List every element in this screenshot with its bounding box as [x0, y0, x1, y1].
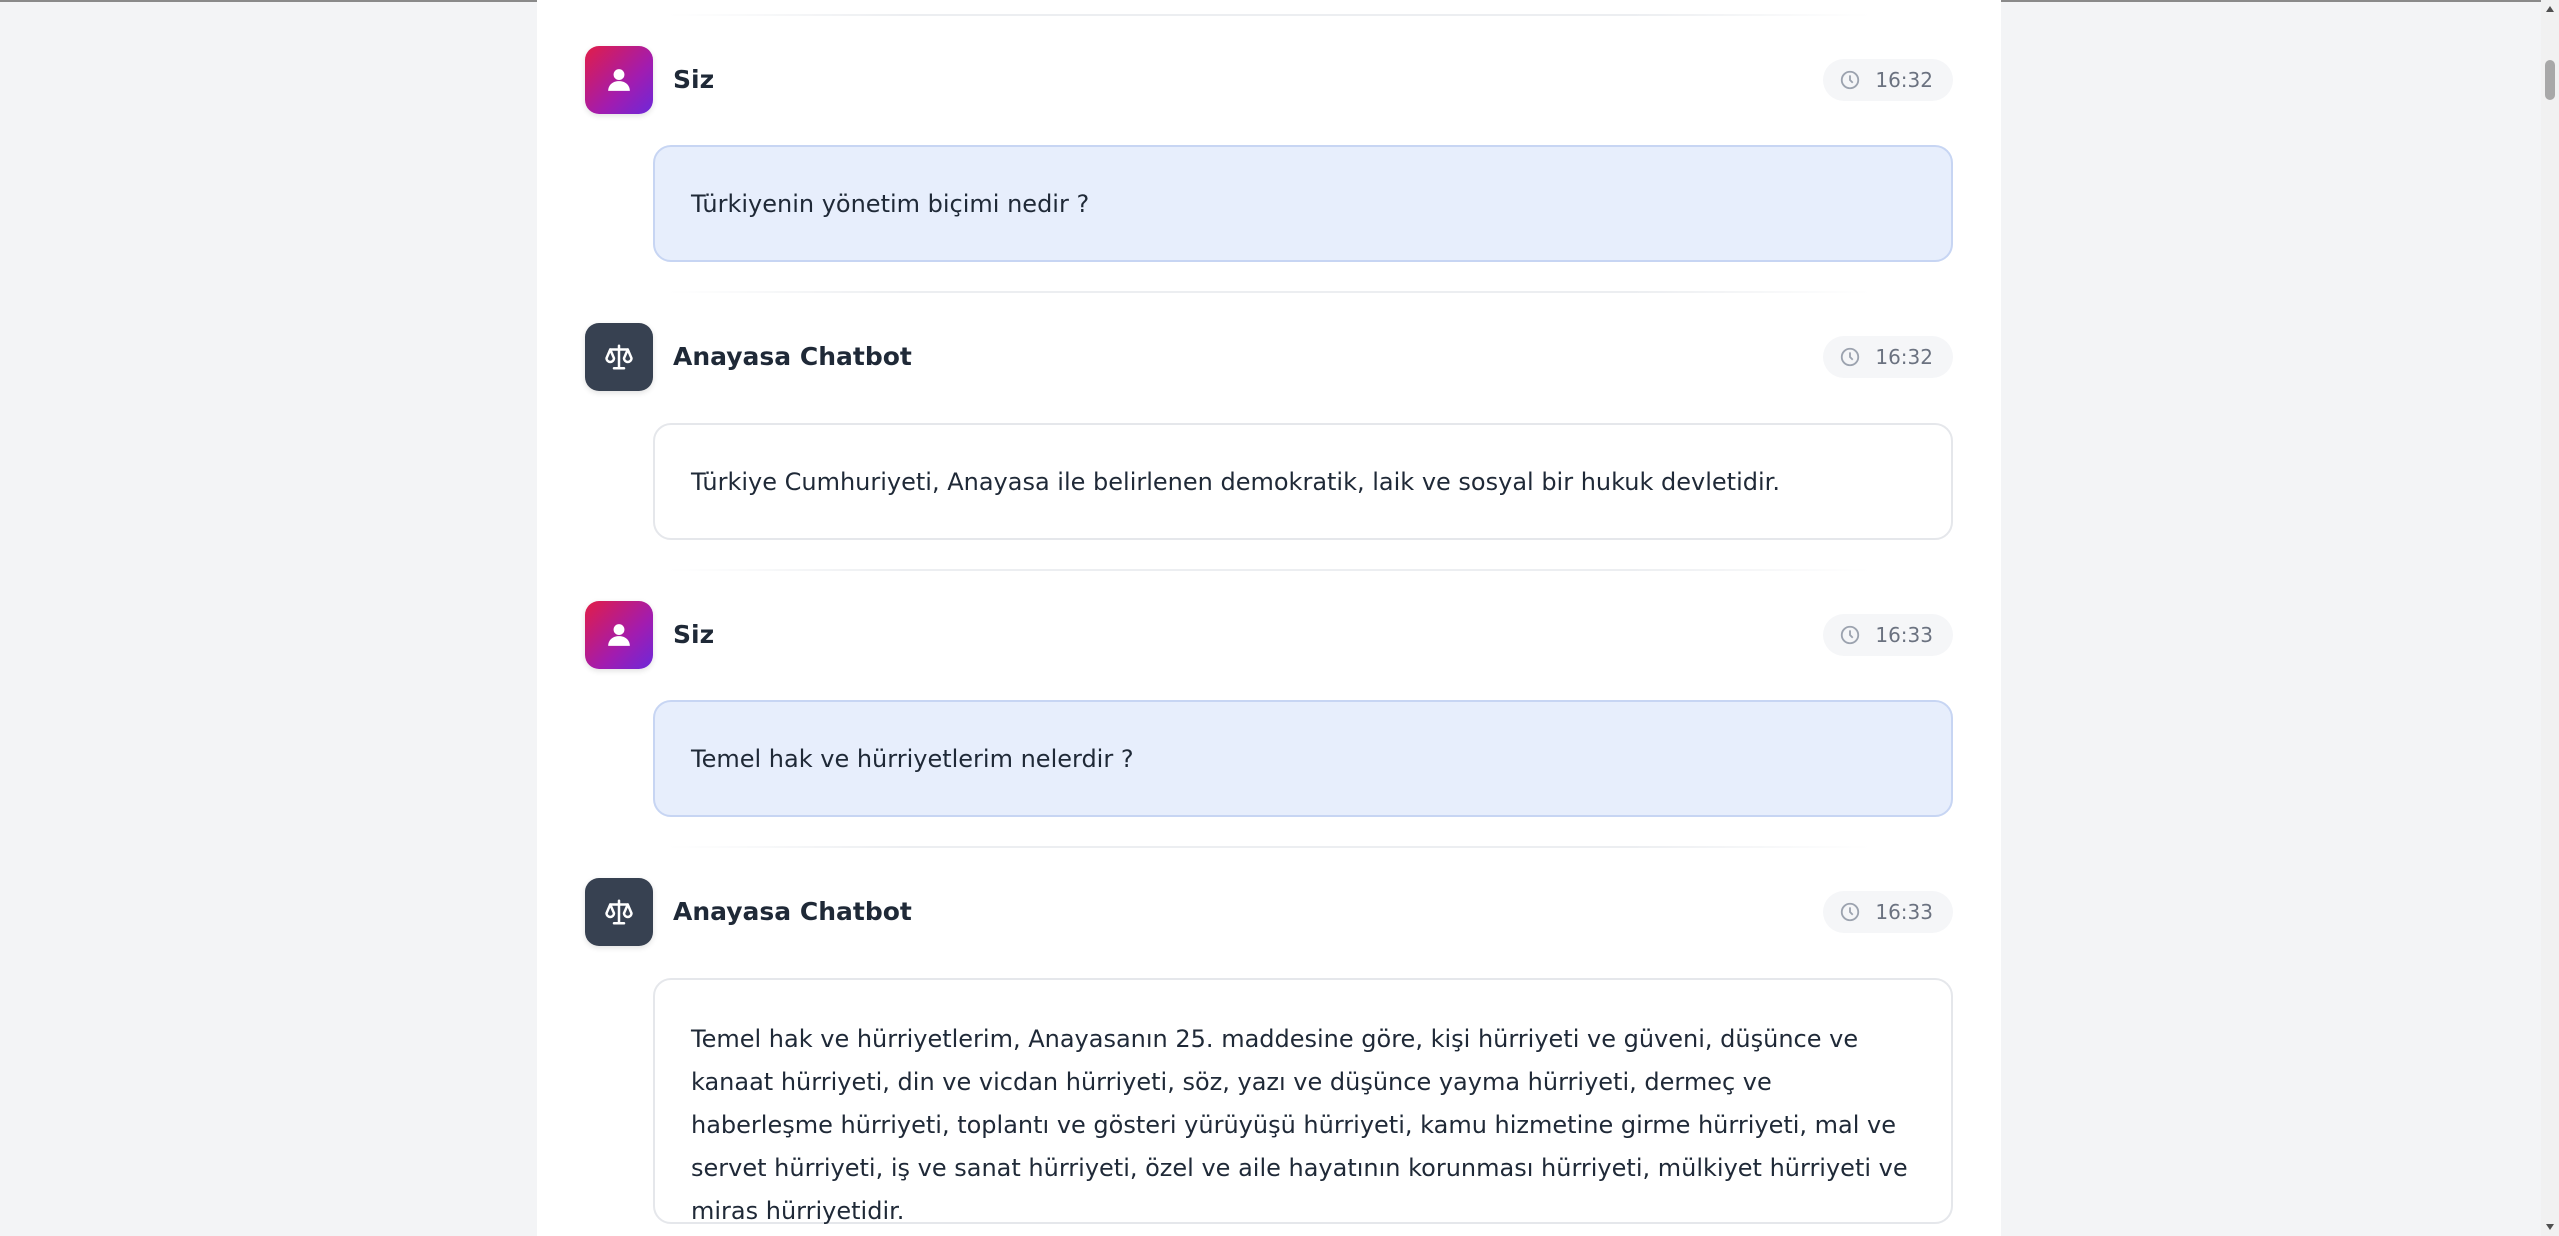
user-avatar [585, 601, 653, 669]
chat-container: Siz 16:32 Türkiyenin yönetim biçimi nedi… [537, 0, 2001, 1236]
clock-icon [1841, 347, 1860, 367]
message-divider [667, 846, 1871, 848]
bot-avatar [585, 323, 653, 391]
timestamp: 16:33 [1823, 614, 1953, 656]
user-icon [608, 69, 630, 91]
user-message-bubble: Temel hak ve hürriyetlerim nelerdir ? [653, 700, 1953, 817]
timestamp: 16:33 [1823, 891, 1953, 933]
message-header: Anayasa Chatbot 16:32 [585, 323, 1953, 391]
message-header: Anayasa Chatbot 16:33 [585, 878, 1953, 946]
bot-message-bubble: Türkiye Cumhuriyeti, Anayasa ile belirle… [653, 423, 1953, 540]
sender-name: Siz [673, 65, 715, 94]
timestamp-text: 16:32 [1875, 68, 1933, 92]
vertical-scrollbar[interactable] [2541, 0, 2559, 1236]
scale-icon [605, 899, 633, 925]
message-divider [667, 14, 1871, 16]
sender-name: Siz [673, 620, 715, 649]
message-text: Türkiye Cumhuriyeti, Anayasa ile belirle… [691, 467, 1780, 496]
timestamp-text: 16:33 [1875, 623, 1933, 647]
sender-name: Anayasa Chatbot [673, 342, 912, 371]
message-text: Temel hak ve hürriyetlerim, Anayasanın 2… [691, 1025, 1908, 1225]
bot-avatar [585, 878, 653, 946]
message-header: Siz 16:33 [585, 601, 1953, 669]
timestamp-text: 16:32 [1875, 345, 1933, 369]
clock-icon [1841, 70, 1860, 90]
message-divider [667, 291, 1871, 293]
message-header: Siz 16:32 [585, 46, 1953, 114]
user-icon [608, 624, 630, 646]
scrollbar-thumb[interactable] [2545, 60, 2555, 100]
user-message-bubble: Türkiyenin yönetim biçimi nedir ? [653, 145, 1953, 262]
clock-icon [1841, 902, 1860, 922]
timestamp: 16:32 [1823, 59, 1953, 101]
bot-message-bubble: Temel hak ve hürriyetlerim, Anayasanın 2… [653, 978, 1953, 1225]
timestamp-text: 16:33 [1875, 900, 1933, 924]
clock-icon [1841, 625, 1860, 645]
timestamp: 16:32 [1823, 336, 1953, 378]
message-divider [667, 569, 1871, 571]
scale-icon [605, 344, 633, 370]
message-text: Türkiyenin yönetim biçimi nedir ? [691, 189, 1090, 218]
scroll-down-arrow-icon[interactable] [2541, 1218, 2559, 1236]
user-avatar [585, 46, 653, 114]
message-text: Temel hak ve hürriyetlerim nelerdir ? [691, 744, 1134, 773]
scroll-up-arrow-icon[interactable] [2541, 0, 2559, 18]
sender-name: Anayasa Chatbot [673, 897, 912, 926]
